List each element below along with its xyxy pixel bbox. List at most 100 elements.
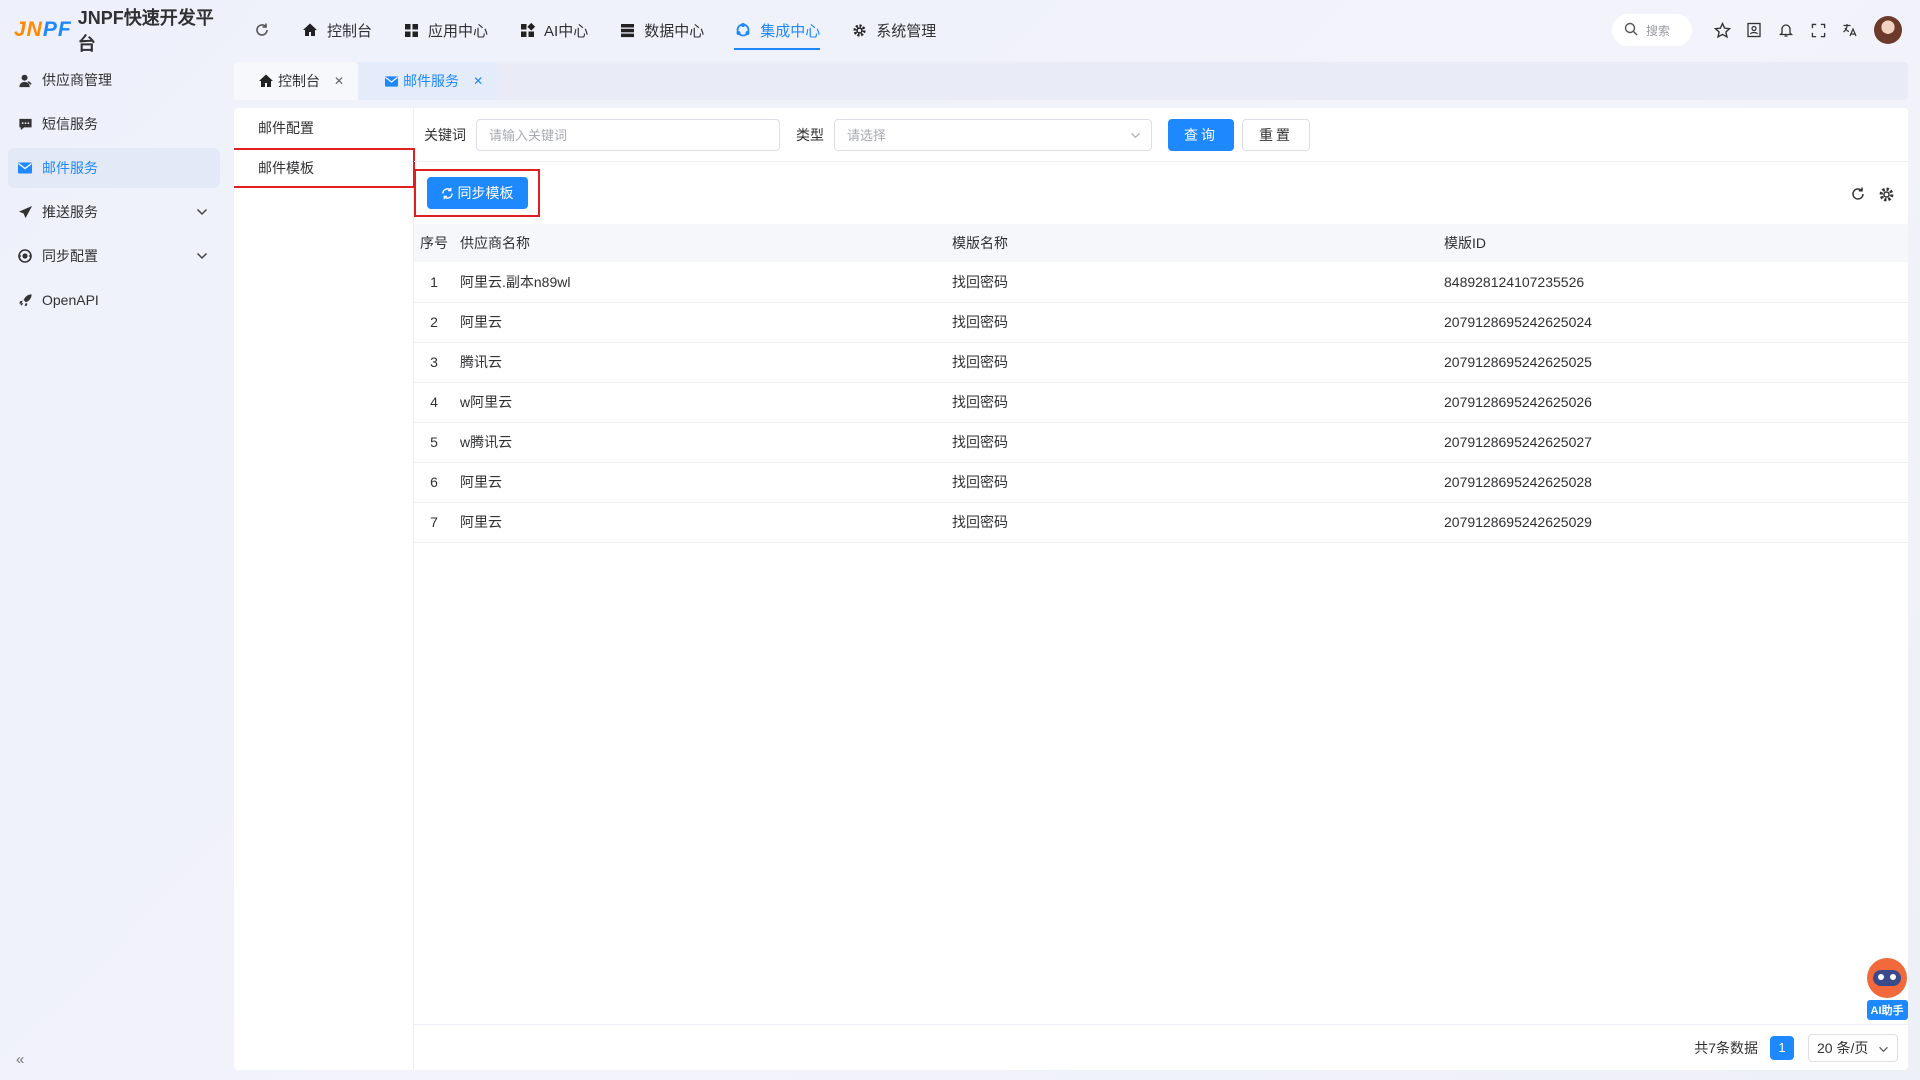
topnav-label: 应用中心: [428, 22, 489, 40]
sidebar-item-suppliers[interactable]: 供应商管理: [8, 60, 220, 100]
keyword-input[interactable]: 请输入关键词: [476, 118, 780, 151]
table-row[interactable]: 3 腾讯云 找回密码 2079128695242625025: [414, 342, 1908, 382]
chevron-down-icon: [196, 249, 208, 263]
cell-supplier: 阿里云: [460, 514, 502, 530]
collapse-sidebar-icon[interactable]: «: [16, 1051, 24, 1068]
cell-template-id: 2079128695242625025: [1444, 354, 1592, 370]
rocket-icon: [16, 291, 34, 309]
close-icon[interactable]: ✕: [473, 74, 483, 88]
cell-index: 3: [430, 354, 438, 370]
sidebar-item-push[interactable]: 推送服务: [8, 192, 220, 232]
cell-supplier: w阿里云: [460, 394, 513, 410]
sidebar-item-label: 供应商管理: [42, 72, 112, 88]
tab-mail-service[interactable]: 邮件服务 ✕: [360, 62, 498, 100]
type-select[interactable]: 请选择: [834, 118, 1152, 151]
chevron-down-icon: [196, 205, 208, 219]
gear-icon: [850, 21, 868, 39]
chevron-down-icon: [1130, 127, 1141, 142]
sidebar-item-sync-config[interactable]: 同步配置: [8, 236, 220, 276]
type-placeholder: 请选择: [847, 128, 887, 143]
template-list: 关键词 请输入关键词 类型 请选择 查询 重置 同步模板 序号 供应商名称 模版…: [414, 108, 1908, 1070]
page-number-current[interactable]: 1: [1770, 1035, 1794, 1060]
sync-icon: [441, 187, 454, 200]
topnav-item-system[interactable]: 系统管理: [835, 0, 951, 60]
star-icon[interactable]: [1706, 14, 1738, 46]
user-icon: [16, 71, 34, 89]
pagination: 共7条数据 1 20 条/页: [414, 1024, 1908, 1070]
integration-icon: [734, 21, 752, 39]
sidebar-item-sms[interactable]: 短信服务: [8, 104, 220, 144]
translate-icon[interactable]: [1834, 14, 1866, 46]
topnav-label: 数据中心: [644, 22, 705, 40]
sidebar-item-label: 短信服务: [42, 116, 98, 132]
reset-button[interactable]: 重置: [1242, 118, 1310, 151]
column-header-template-id[interactable]: 模版ID: [1438, 224, 1908, 262]
topnav-item-integration[interactable]: 集成中心: [719, 0, 835, 60]
cell-supplier: 阿里云: [460, 474, 502, 490]
sidebar-item-openapi[interactable]: OpenAPI: [8, 280, 220, 320]
table-row[interactable]: 2 阿里云 找回密码 2079128695242625024: [414, 302, 1908, 342]
query-button[interactable]: 查询: [1168, 118, 1234, 151]
tab-label: 控制台: [278, 73, 320, 89]
total-count: 共7条数据: [1694, 1039, 1758, 1056]
mail-submenu: 邮件配置 邮件模板: [234, 108, 415, 1070]
column-header-supplier[interactable]: 供应商名称: [454, 224, 946, 262]
sync-config-icon: [16, 247, 34, 265]
sidebar-item-label: 同步配置: [42, 248, 98, 264]
submenu-item-mail-template[interactable]: 邮件模板: [234, 148, 415, 188]
table-toolbar: 同步模板: [414, 162, 1908, 224]
tab-dashboard[interactable]: 控制台 ✕: [234, 62, 359, 100]
cell-index: 4: [430, 394, 438, 410]
tab-label: 邮件服务: [403, 73, 460, 89]
close-icon[interactable]: ✕: [334, 74, 344, 88]
cell-template-name: 找回密码: [952, 474, 1008, 490]
database-icon: [618, 21, 636, 39]
cell-index: 1: [430, 273, 438, 290]
table-row[interactable]: 6 阿里云 找回密码 2079128695242625028: [414, 462, 1908, 502]
home-icon: [301, 21, 319, 39]
submenu-item-mail-config[interactable]: 邮件配置: [234, 108, 413, 148]
sync-template-button[interactable]: 同步模板: [426, 177, 528, 209]
contact-card-icon[interactable]: [1738, 14, 1770, 46]
cell-supplier: 腾讯云: [460, 354, 502, 370]
page-size-value: 20 条/页: [1817, 1039, 1869, 1056]
sync-highlight: 同步模板: [414, 169, 540, 217]
table-row[interactable]: 4 w阿里云 找回密码 2079128695242625026: [414, 382, 1908, 422]
topnav-label: AI中心: [544, 22, 589, 40]
grid-icon: [402, 21, 420, 39]
topnav-label: 集成中心: [760, 22, 821, 40]
reload-icon[interactable]: [1844, 182, 1872, 206]
top-nav: 控制台 应用中心 AI中心 数据中心 集成中心 系统管理: [286, 0, 951, 60]
cell-template-name: 找回密码: [952, 314, 1008, 330]
ai-assistant-widget[interactable]: AI助手: [1864, 958, 1910, 1020]
cell-index: 5: [430, 434, 438, 450]
fullscreen-icon[interactable]: [1802, 14, 1834, 46]
column-header-template-name[interactable]: 模版名称: [946, 224, 1438, 262]
bell-icon[interactable]: [1770, 14, 1802, 46]
mail-icon: [16, 159, 34, 177]
table-row[interactable]: 5 w腾讯云 找回密码 2079128695242625027: [414, 422, 1908, 462]
app-logo[interactable]: JNPF JNPF快速开发平台: [14, 4, 228, 56]
cell-template-name: 找回密码: [952, 514, 1008, 530]
topnav-item-apps[interactable]: 应用中心: [387, 0, 503, 60]
table-row[interactable]: 7 阿里云 找回密码 2079128695242625029: [414, 502, 1908, 542]
cell-template-id: 2079128695242625029: [1444, 514, 1592, 530]
top-right-tools: 搜索: [1612, 0, 1902, 60]
refresh-icon[interactable]: [252, 20, 272, 40]
global-search[interactable]: 搜索: [1612, 14, 1692, 46]
cell-template-id: 848928124107235526: [1444, 273, 1585, 290]
topnav-item-ai[interactable]: AI中心: [503, 0, 603, 60]
cell-index: 6: [430, 474, 438, 490]
settings-icon[interactable]: [1872, 182, 1900, 206]
keyword-label: 关键词: [424, 126, 466, 143]
page-size-select[interactable]: 20 条/页: [1808, 1033, 1898, 1062]
topnav-item-data[interactable]: 数据中心: [603, 0, 719, 60]
user-avatar[interactable]: [1874, 16, 1902, 44]
cell-template-id: 2079128695242625026: [1444, 394, 1592, 410]
cell-supplier: 阿里云.副本n89wl: [460, 273, 571, 290]
cell-supplier: w腾讯云: [460, 434, 513, 450]
table-row[interactable]: 1 阿里云.副本n89wl 找回密码 848928124107235526: [414, 262, 1908, 302]
topnav-item-dashboard[interactable]: 控制台: [286, 0, 387, 60]
sidebar-item-mail[interactable]: 邮件服务: [8, 148, 220, 188]
ai-grid-icon: [518, 21, 536, 39]
